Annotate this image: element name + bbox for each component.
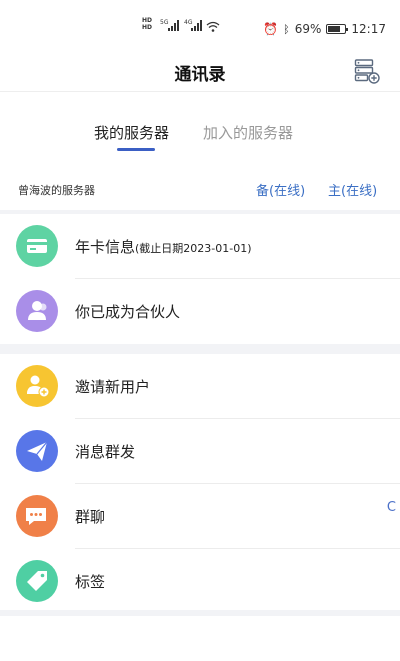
list-item-broadcast[interactable]: 消息群发 xyxy=(0,419,400,484)
tab-active-indicator xyxy=(117,148,155,151)
wifi-icon xyxy=(206,21,220,32)
chat-icon xyxy=(16,495,58,537)
list-item-group-chat[interactable]: 群聊 xyxy=(0,484,400,549)
alarm-icon: ⏰ xyxy=(263,22,279,36)
tab-joined-servers[interactable]: 加入的服务器 xyxy=(203,122,293,143)
clock: 12:17 xyxy=(351,22,386,36)
bluetooth-icon: ᛒ xyxy=(283,22,290,36)
tab-my-servers[interactable]: 我的服务器 xyxy=(94,122,169,143)
status-right: ⏰ ᛒ 69% 12:17 xyxy=(263,22,386,36)
server-name: 曾海波的服务器 xyxy=(18,184,95,197)
backup-server-link[interactable]: 备(在线) xyxy=(256,180,305,199)
send-icon xyxy=(16,430,58,472)
card-icon xyxy=(16,225,58,267)
list-item-label: 邀请新用户 xyxy=(75,378,151,396)
add-user-icon xyxy=(16,365,58,407)
section-gap xyxy=(0,344,400,354)
annual-card-expiry: (截止日期2023-01-01) xyxy=(135,242,252,255)
list-item-label: 群聊 xyxy=(75,508,106,526)
list-item-tags[interactable]: 标签 xyxy=(0,549,400,614)
list-item-annual-card[interactable]: 年卡信息(截止日期2023-01-01) xyxy=(0,214,400,279)
status-bar: HD HD 5G 4G ⏰ ᛒ 69% 12:17 xyxy=(0,0,400,44)
hd-label-bottom: HD xyxy=(142,24,153,31)
battery-percent: 69% xyxy=(294,22,322,36)
server-row: 曾海波的服务器 备(在线) 主(在线) xyxy=(0,168,400,210)
signal-icon-2 xyxy=(191,20,202,31)
partner-icon xyxy=(16,290,58,332)
page-title: 通讯录 xyxy=(174,65,226,85)
list-item-label: 消息群发 xyxy=(75,443,136,461)
list-item-label: 标签 xyxy=(75,573,106,591)
header: 通讯录 xyxy=(0,44,400,92)
list-item-label: 年卡信息(截止日期2023-01-01) xyxy=(75,236,252,257)
signal-icon xyxy=(168,20,179,31)
tag-icon xyxy=(16,560,58,602)
network-indicator: HD HD xyxy=(142,17,152,31)
list-item-invite-user[interactable]: 邀请新用户 xyxy=(0,354,400,419)
list-item-partner[interactable]: 你已成为合伙人 xyxy=(0,279,400,344)
server-add-icon[interactable] xyxy=(354,58,380,84)
list-item-label: 你已成为合伙人 xyxy=(75,303,181,321)
bottom-gap xyxy=(0,610,400,616)
hd-label-top: HD xyxy=(142,17,153,24)
battery-icon xyxy=(326,24,349,34)
main-server-link[interactable]: 主(在线) xyxy=(328,180,377,199)
annual-card-label: 年卡信息 xyxy=(75,238,136,256)
edge-letter: C xyxy=(386,500,396,515)
server-tabs: 我的服务器 加入的服务器 xyxy=(0,92,400,162)
